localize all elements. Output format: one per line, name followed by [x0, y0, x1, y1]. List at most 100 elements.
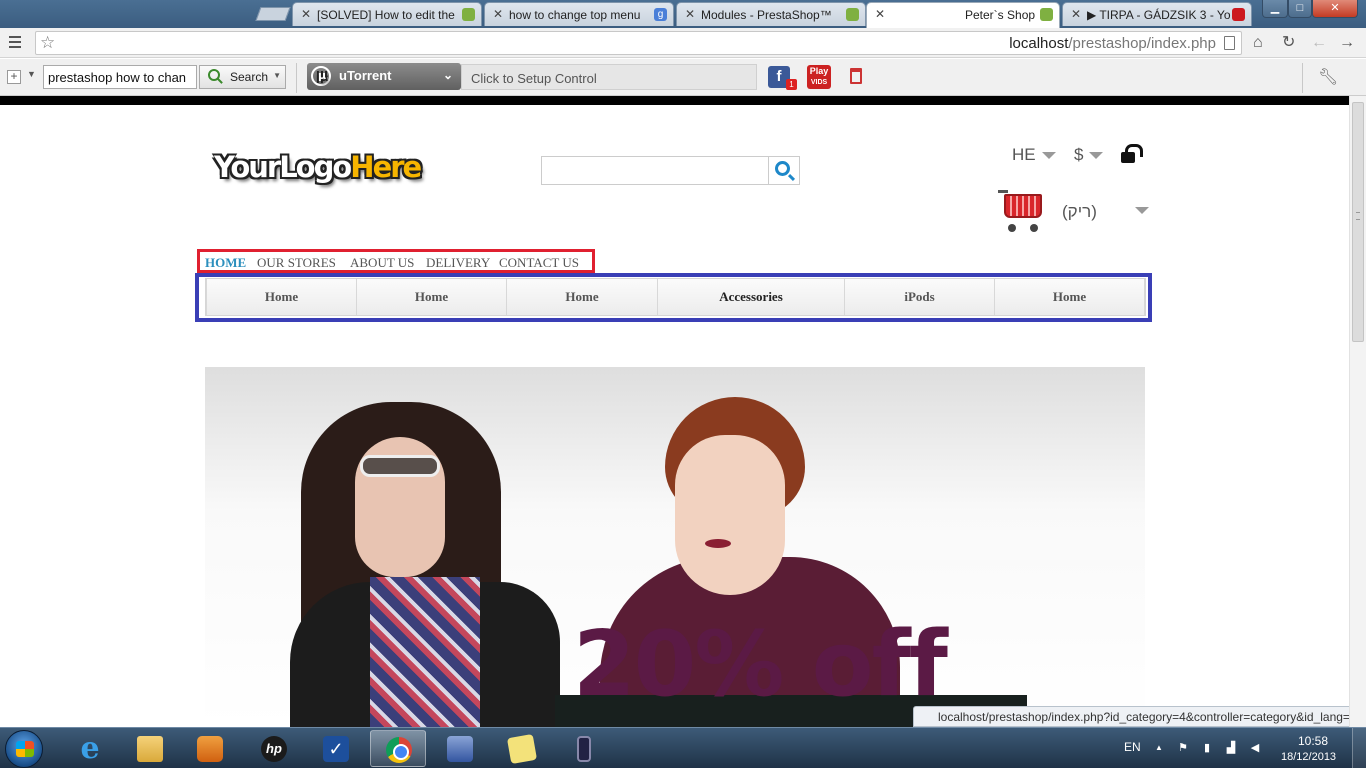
login-lock-icon[interactable]: [1121, 144, 1143, 163]
currency-value: $: [1074, 145, 1084, 164]
google-favicon-icon: g: [654, 8, 667, 21]
reload-icon[interactable]: ↻: [1282, 34, 1295, 52]
minimize-button[interactable]: ▁: [1262, 0, 1288, 18]
shop-search-input[interactable]: [541, 156, 769, 185]
logo-part1: YourLogo: [214, 150, 352, 184]
search-icon: [775, 161, 790, 176]
url-text: localhost/prestashop/index.php: [1009, 35, 1216, 52]
show-hidden-icons-icon[interactable]: ▲: [1153, 742, 1165, 754]
chevron-down-icon[interactable]: ⌄: [443, 68, 453, 82]
tab-modules[interactable]: ✕ Modules - PrestaShop™: [676, 2, 866, 26]
close-tab-icon[interactable]: ✕: [875, 7, 885, 21]
chevron-down-icon[interactable]: ▼: [273, 71, 281, 80]
add-icon[interactable]: +: [7, 70, 21, 84]
network-icon[interactable]: ▟: [1225, 742, 1237, 754]
home-icon[interactable]: ⌂: [1253, 34, 1263, 52]
category-home[interactable]: Home: [995, 279, 1145, 315]
power-icon[interactable]: ▮: [1201, 742, 1213, 754]
show-desktop-button[interactable]: [1352, 728, 1366, 769]
banner-model-image: [705, 539, 731, 548]
play-sub-label: VIDS: [810, 79, 828, 86]
banner-model-image: [370, 577, 480, 727]
app-taskbar-button[interactable]: [432, 730, 488, 767]
category-ipods[interactable]: iPods: [845, 279, 995, 315]
cart-status[interactable]: (ריק): [1062, 202, 1097, 222]
top-menu-delivery[interactable]: DELIVERY: [426, 255, 490, 271]
url-host: localhost: [1009, 35, 1069, 52]
start-button[interactable]: [5, 730, 43, 768]
sticky-notes-taskbar-button[interactable]: [494, 730, 550, 767]
utorrent-button[interactable]: µ uTorrent ⌄: [307, 63, 461, 90]
new-tab-button[interactable]: [255, 7, 291, 21]
close-tab-icon[interactable]: ✕: [685, 7, 695, 21]
app-taskbar-button[interactable]: ✓: [308, 730, 364, 767]
bookmark-star-icon[interactable]: ☆: [40, 33, 55, 53]
forward-icon[interactable]: →: [1339, 34, 1355, 52]
top-menu-about-us[interactable]: ABOUT US: [350, 255, 414, 271]
trash-icon[interactable]: [850, 68, 862, 84]
chevron-down-icon: [1089, 152, 1104, 160]
top-menu-our-stores[interactable]: OUR STORES: [257, 255, 336, 271]
back-icon[interactable]: ←: [1311, 34, 1327, 52]
chrome-taskbar-button[interactable]: [370, 730, 426, 767]
toolbar-search-button[interactable]: Search ▼: [199, 65, 286, 89]
tab-peters-shop[interactable]: ✕ Peter`s Shop: [866, 2, 1060, 28]
cart-chevron-down-icon[interactable]: [1135, 207, 1149, 214]
page-scrollbar[interactable]: [1349, 96, 1366, 727]
internet-explorer-taskbar-button[interactable]: e: [62, 730, 118, 767]
play-vids-icon[interactable]: Play VIDS: [807, 65, 831, 89]
menu-icon[interactable]: [9, 36, 21, 48]
clock-time[interactable]: 10:58: [1298, 734, 1328, 748]
divider: [1302, 63, 1303, 93]
address-bar[interactable]: ☆ localhost/prestashop/index.php: [35, 31, 1242, 55]
sunglasses-image: [360, 455, 440, 477]
tab-youtube[interactable]: ✕ ▶ TIRPA - GÁDZSIK 3 - Yo: [1062, 2, 1252, 26]
wrench-icon[interactable]: 🔧︎: [1318, 67, 1338, 87]
internet-explorer-icon: e: [80, 731, 100, 766]
close-tab-icon[interactable]: ✕: [301, 7, 311, 21]
page-info-icon[interactable]: [1224, 36, 1235, 50]
action-center-flag-icon[interactable]: ⚑: [1177, 742, 1189, 754]
hp-taskbar-button[interactable]: hp: [246, 730, 302, 767]
chevron-down-icon[interactable]: ▼: [27, 69, 36, 79]
clock-date[interactable]: 18/12/2013: [1281, 751, 1336, 763]
tab-title: ▶ TIRPA - GÁDZSIK 3 - Yo: [1087, 8, 1231, 22]
close-window-button[interactable]: ✕: [1312, 0, 1358, 18]
media-player-taskbar-button[interactable]: [182, 730, 238, 767]
toolbar-search-input[interactable]: prestashop how to chan: [43, 65, 197, 89]
prestashop-favicon-icon: [846, 8, 859, 21]
banner-model-image: [675, 435, 785, 595]
browser-toolbar: ☆ localhost/prestashop/index.php ⌂ ↻ ← →: [0, 28, 1366, 58]
tab-title: how to change top menu: [509, 8, 641, 22]
currency-selector[interactable]: $: [1074, 145, 1104, 165]
shopping-cart-icon[interactable]: [998, 190, 1046, 234]
scroll-thumb[interactable]: [1352, 102, 1364, 342]
tab-title: Peter`s Shop: [965, 8, 1036, 22]
browser-tab-strip: ✕ [SOLVED] How to edit the ✕ how to chan…: [0, 0, 1366, 28]
input-language[interactable]: EN: [1124, 740, 1141, 754]
explorer-taskbar-button[interactable]: [122, 730, 178, 767]
category-home[interactable]: Home: [507, 279, 658, 315]
maximize-button[interactable]: □: [1288, 0, 1312, 18]
hp-icon: hp: [261, 736, 287, 762]
shop-search-button[interactable]: [768, 156, 800, 185]
language-selector[interactable]: HE: [1012, 145, 1056, 165]
promo-banner[interactable]: 20% off: [205, 367, 1145, 727]
category-accessories[interactable]: Accessories: [658, 279, 845, 315]
youtube-favicon-icon: [1232, 8, 1245, 21]
tab-solved-edit[interactable]: ✕ [SOLVED] How to edit the: [292, 2, 482, 26]
phone-icon: [577, 736, 591, 762]
volume-icon[interactable]: ◀︎: [1249, 742, 1261, 754]
category-home[interactable]: Home: [357, 279, 507, 315]
shop-logo[interactable]: YourLogoHere: [214, 150, 422, 184]
phone-taskbar-button[interactable]: [556, 730, 612, 767]
close-tab-icon[interactable]: ✕: [1071, 7, 1081, 21]
tab-change-top-menu[interactable]: ✕ how to change top menu g: [484, 2, 674, 26]
close-tab-icon[interactable]: ✕: [493, 7, 503, 21]
windows-taskbar: e hp ✓ EN ▲ ⚑ ▮ ▟ ◀︎ 10:58 18/12/2013: [0, 727, 1366, 769]
category-home[interactable]: Home: [206, 279, 357, 315]
top-menu-home[interactable]: HOME: [205, 255, 246, 271]
media-player-icon: [197, 736, 223, 762]
setup-control-field[interactable]: Click to Setup Control: [461, 64, 757, 90]
top-menu-contact-us[interactable]: CONTACT US: [499, 255, 579, 271]
